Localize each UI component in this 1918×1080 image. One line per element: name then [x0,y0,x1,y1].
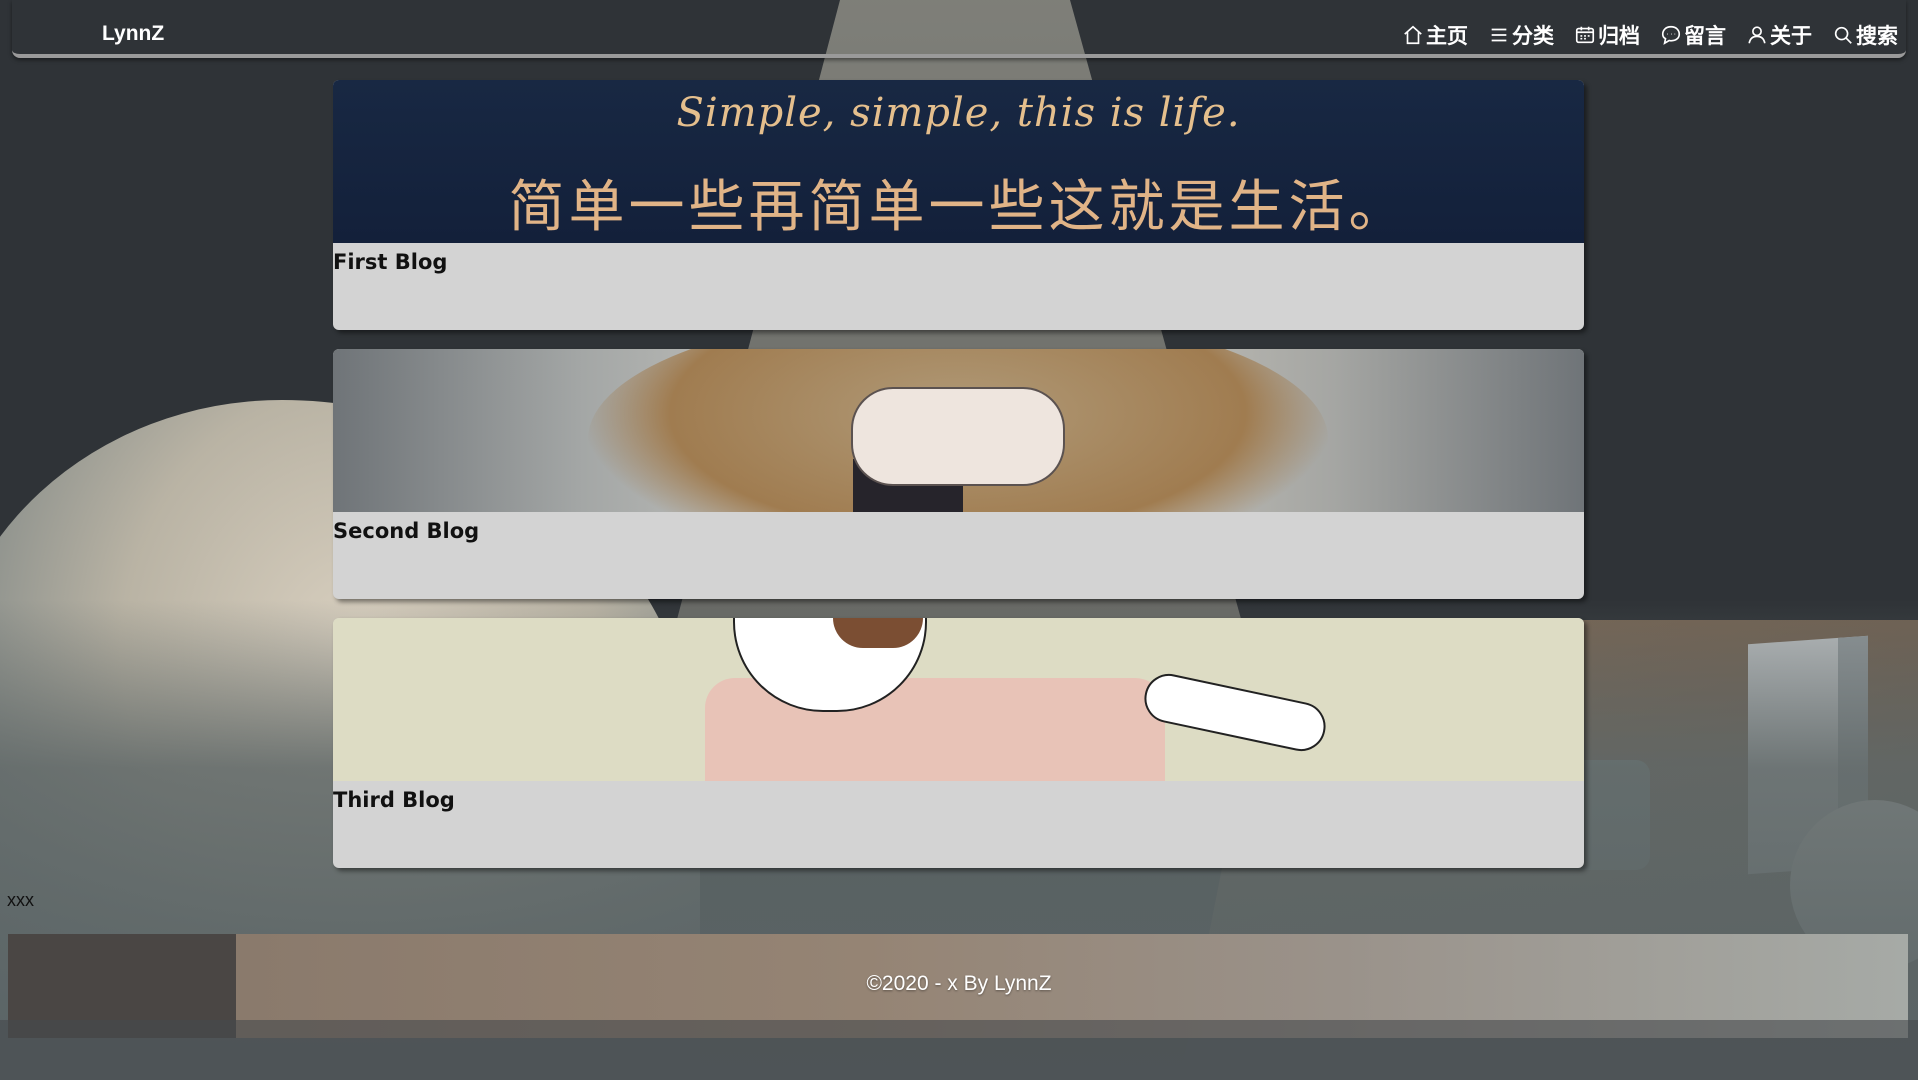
list-icon [1491,28,1507,42]
cover-art-arms [853,389,1063,484]
nav-archive[interactable]: 归档 [1574,20,1640,50]
nav-categories-label: 分类 [1512,25,1554,48]
site-header: LynnZ 主页 分类 归档 留言 关于 搜索 [12,0,1906,58]
background-bottom-shade [0,1020,1918,1080]
nav-archive-label: 归档 [1598,25,1640,48]
nav-about-label: 关于 [1770,25,1812,48]
main-nav: 主页 分类 归档 留言 关于 搜索 [1402,20,1898,50]
search-icon [1834,26,1852,44]
post-card-second[interactable]: Second Blog [333,349,1584,599]
nav-home[interactable]: 主页 [1402,20,1468,50]
stray-text: xxx [7,890,34,910]
post-cover-image[interactable] [333,349,1584,512]
post-title[interactable]: Third Blog [333,788,455,812]
nav-search-label: 搜索 [1856,25,1898,48]
post-list: Simple, simple, this is life. 简单一些再简单一些这… [333,80,1584,887]
cover-caption-en: Simple, simple, this is life. [676,90,1241,136]
nav-guestbook-label: 留言 [1684,25,1726,48]
user-icon [1748,26,1766,44]
post-title[interactable]: First Blog [333,250,447,274]
comment-icon [1661,25,1681,45]
cover-caption-zh: 简单一些再简单一些这就是生活。 [508,175,1409,240]
post-title[interactable]: Second Blog [333,519,479,543]
post-card-first[interactable]: Simple, simple, this is life. 简单一些再简单一些这… [333,80,1584,330]
home-icon [1404,25,1422,45]
nav-about[interactable]: 关于 [1746,20,1812,50]
nav-categories[interactable]: 分类 [1488,20,1554,50]
site-brand-link[interactable]: LynnZ [102,22,164,46]
calendar-icon [1575,26,1595,44]
footer-copyright: ©2020 - x By LynnZ [866,972,1052,995]
post-card-third[interactable]: Third Blog [333,618,1584,868]
cover-art-cat-tail [1139,669,1331,756]
nav-home-label: 主页 [1426,25,1468,48]
post-cover-image[interactable] [333,618,1584,781]
nav-guestbook[interactable]: 留言 [1660,20,1726,50]
nav-search[interactable]: 搜索 [1832,20,1898,50]
post-cover-image[interactable]: Simple, simple, this is life. 简单一些再简单一些这… [333,80,1584,243]
